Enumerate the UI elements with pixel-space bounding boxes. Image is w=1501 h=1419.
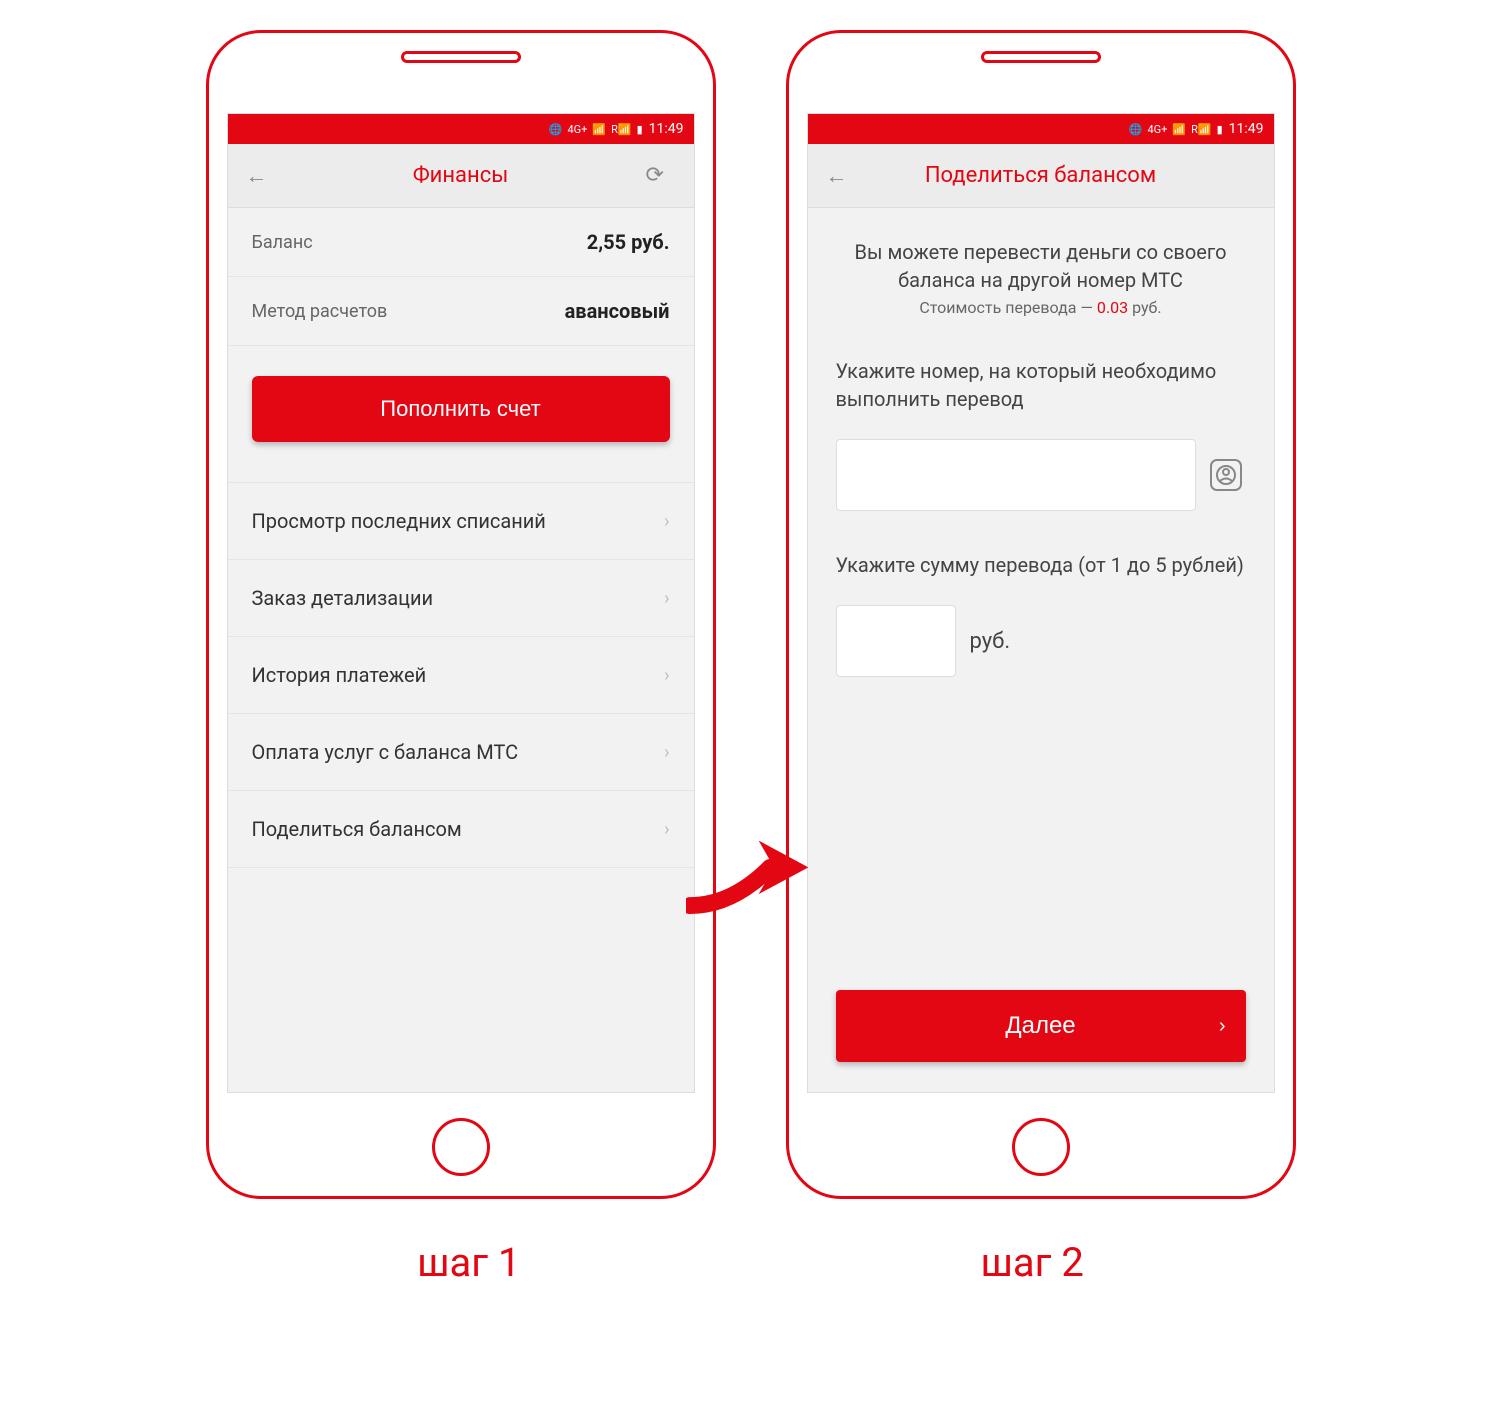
- page-title: Поделиться балансом: [856, 163, 1226, 188]
- network-4g-icon: 4G+: [567, 123, 587, 136]
- phone-frame-2: 🌐 4G+ 📶 R📶 ▮ 11:49 ← Поделиться балансом…: [786, 30, 1296, 1199]
- menu-label: Просмотр последних списаний: [252, 509, 546, 533]
- arrow-right-icon: [686, 815, 816, 935]
- battery-icon: ▮: [1217, 123, 1223, 136]
- description-block: Вы можете перевести деньги со своего бал…: [836, 238, 1246, 317]
- method-value: авансовый: [565, 299, 670, 323]
- back-icon[interactable]: ←: [246, 163, 276, 189]
- signal-icon: 📶: [1172, 123, 1186, 136]
- share-balance-form: Вы можете перевести деньги со своего бал…: [808, 208, 1274, 1092]
- battery-icon: ▮: [637, 123, 643, 136]
- status-bar: 🌐 4G+ 📶 R📶 ▮ 11:49: [808, 114, 1274, 144]
- chevron-right-icon: ›: [664, 588, 669, 609]
- page-title: Финансы: [276, 163, 646, 188]
- chevron-right-icon: ›: [664, 511, 669, 532]
- menu-item-history[interactable]: История платежей ›: [228, 636, 694, 713]
- network-4g-icon: 4G+: [1147, 123, 1167, 136]
- chevron-right-icon: ›: [664, 742, 669, 763]
- menu-label: Заказ детализации: [252, 586, 434, 610]
- status-time: 11:49: [1229, 121, 1264, 137]
- method-label: Метод расчетов: [252, 301, 388, 322]
- balance-value: 2,55 руб.: [587, 230, 670, 254]
- menu-item-pay-services[interactable]: Оплата услуг с баланса МТС ›: [228, 713, 694, 790]
- home-button[interactable]: [1012, 1118, 1070, 1176]
- screen-2: 🌐 4G+ 📶 R📶 ▮ 11:49 ← Поделиться балансом…: [807, 113, 1275, 1093]
- status-icons: 🌐 4G+ 📶 R📶 ▮: [549, 123, 643, 136]
- menu-label: История платежей: [252, 663, 427, 687]
- contact-icon: [1209, 458, 1243, 492]
- amount-input[interactable]: [836, 605, 956, 677]
- next-button-label: Далее: [1005, 1012, 1075, 1040]
- step-2-label: шаг 2: [981, 1239, 1084, 1286]
- next-button[interactable]: Далее ›: [836, 990, 1246, 1062]
- speaker-slot: [981, 51, 1101, 63]
- menu-item-transactions[interactable]: Просмотр последних списаний ›: [228, 482, 694, 559]
- amount-label: Укажите сумму перевода (от 1 до 5 рублей…: [836, 551, 1246, 579]
- status-time: 11:49: [649, 121, 684, 137]
- topup-wrap: Пополнить счет: [228, 346, 694, 482]
- amount-row: руб.: [836, 605, 1246, 677]
- globe-icon: 🌐: [1129, 123, 1143, 136]
- phone-input-row: [836, 439, 1246, 511]
- app-header: ← Поделиться балансом ⟳: [808, 144, 1274, 208]
- menu-label: Поделиться балансом: [252, 817, 462, 841]
- cost-value: 0.03: [1097, 298, 1128, 317]
- speaker-slot: [401, 51, 521, 63]
- flow-arrow: [686, 815, 816, 935]
- pick-contact-button[interactable]: [1206, 455, 1246, 495]
- balance-row: Баланс 2,55 руб.: [228, 208, 694, 277]
- globe-icon: 🌐: [549, 123, 563, 136]
- chevron-right-icon: ›: [664, 819, 669, 840]
- chevron-right-icon: ›: [664, 665, 669, 686]
- signal-icon: 📶: [592, 123, 606, 136]
- menu-item-share-balance[interactable]: Поделиться балансом ›: [228, 790, 694, 868]
- cost-prefix: Стоимость перевода —: [919, 298, 1097, 317]
- cost-suffix: руб.: [1128, 298, 1162, 317]
- balance-label: Баланс: [252, 232, 313, 253]
- screen-1: 🌐 4G+ 📶 R📶 ▮ 11:49 ← Финансы ⟳ Баланс 2,…: [227, 113, 695, 1093]
- phone-number-label: Укажите номер, на который необходимо вып…: [836, 357, 1246, 413]
- topup-button[interactable]: Пополнить счет: [252, 376, 670, 442]
- home-button[interactable]: [432, 1118, 490, 1176]
- method-row: Метод расчетов авансовый: [228, 277, 694, 346]
- step-labels: шаг 1 шаг 2: [417, 1239, 1084, 1286]
- menu-item-details[interactable]: Заказ детализации ›: [228, 559, 694, 636]
- status-icons: 🌐 4G+ 📶 R📶 ▮: [1129, 123, 1223, 136]
- signal-r-icon: R📶: [611, 123, 631, 136]
- description-text: Вы можете перевести деньги со своего бал…: [836, 238, 1246, 294]
- back-icon[interactable]: ←: [826, 163, 856, 189]
- phone-number-input[interactable]: [836, 439, 1196, 511]
- chevron-right-icon: ›: [1219, 1015, 1226, 1038]
- cost-line: Стоимость перевода — 0.03 руб.: [836, 298, 1246, 317]
- amount-unit: руб.: [970, 629, 1011, 654]
- status-bar: 🌐 4G+ 📶 R📶 ▮ 11:49: [228, 114, 694, 144]
- signal-r-icon: R📶: [1191, 123, 1211, 136]
- menu-label: Оплата услуг с баланса МТС: [252, 740, 519, 764]
- step-1-label: шаг 1: [417, 1239, 520, 1286]
- app-header: ← Финансы ⟳: [228, 144, 694, 208]
- phones-row: 🌐 4G+ 📶 R📶 ▮ 11:49 ← Финансы ⟳ Баланс 2,…: [206, 30, 1296, 1199]
- refresh-icon[interactable]: ⟳: [646, 163, 676, 188]
- phone-frame-1: 🌐 4G+ 📶 R📶 ▮ 11:49 ← Финансы ⟳ Баланс 2,…: [206, 30, 716, 1199]
